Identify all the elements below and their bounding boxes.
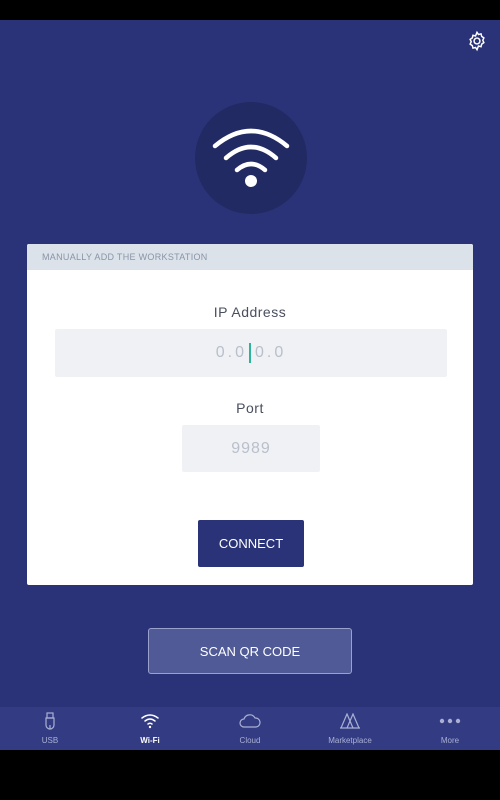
tab-label-more: More	[440, 736, 460, 745]
tab-more[interactable]: More	[400, 707, 500, 750]
tab-cloud[interactable]: Cloud	[200, 707, 300, 750]
tab-usb[interactable]: USB	[0, 707, 100, 750]
port-placeholder: 9989	[231, 439, 271, 457]
port-input[interactable]: 9989	[182, 425, 320, 472]
wifi-hero-icon	[195, 102, 307, 214]
scan-qr-code-button[interactable]: SCAN QR CODE	[148, 628, 352, 674]
tab-wifi[interactable]: Wi-Fi	[100, 707, 200, 750]
connect-button[interactable]: CONNECT	[198, 520, 304, 567]
app-screen: MANUALLY ADD THE WORKSTATION IP Address …	[0, 20, 500, 750]
usb-icon	[39, 711, 61, 731]
ip-left-octets: 0.0	[215, 344, 247, 361]
tab-marketplace[interactable]: Marketplace	[300, 707, 400, 750]
ip-right-octets: 0.0	[255, 344, 287, 361]
cloud-icon	[239, 711, 261, 731]
bottom-tab-bar: USB Wi-Fi Cloud Marketplace More	[0, 707, 500, 750]
ip-address-label: IP Address	[213, 304, 287, 320]
tab-label-cloud: Cloud	[239, 736, 261, 745]
marketplace-icon	[339, 711, 361, 731]
gear-icon[interactable]	[466, 30, 488, 52]
tab-label-marketplace: Marketplace	[328, 736, 372, 745]
text-cursor	[249, 343, 251, 363]
manual-add-card: MANUALLY ADD THE WORKSTATION IP Address …	[27, 244, 473, 585]
ip-address-input[interactable]: 0.0 0.0	[55, 329, 447, 377]
tab-label-wifi: Wi-Fi	[140, 736, 160, 745]
port-label: Port	[236, 400, 264, 416]
tab-label-usb: USB	[41, 736, 59, 745]
card-header: MANUALLY ADD THE WORKSTATION	[27, 244, 473, 270]
more-icon	[439, 711, 461, 731]
wifi-icon	[139, 711, 161, 731]
